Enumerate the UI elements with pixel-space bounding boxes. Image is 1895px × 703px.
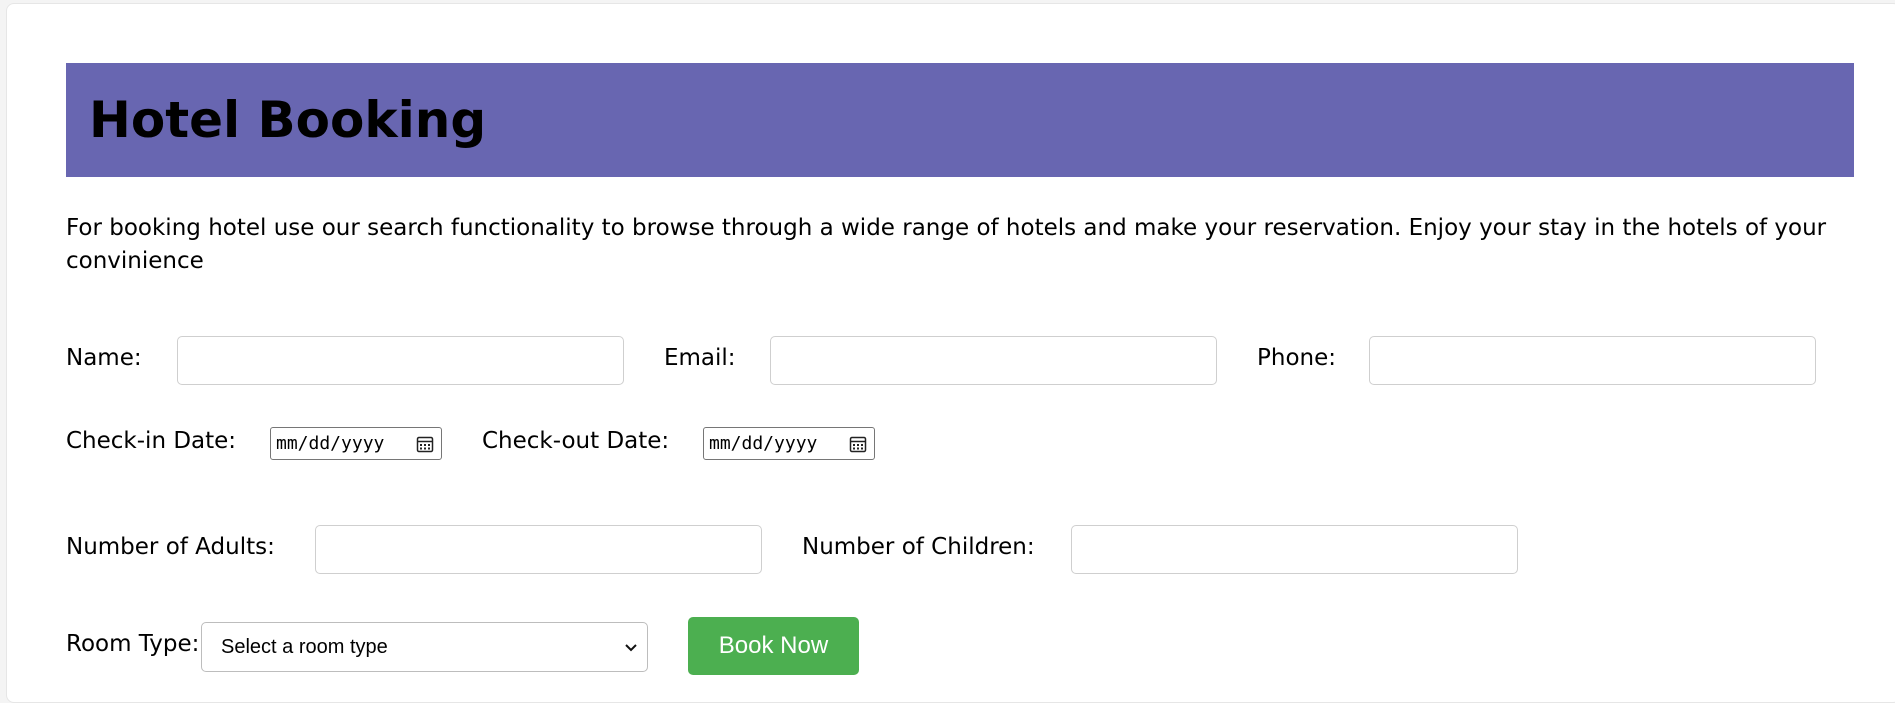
page-header: Hotel Booking (66, 63, 1854, 177)
checkin-date-input[interactable]: mm/dd/yyyy (270, 427, 442, 460)
intro-text: For booking hotel use our search functio… (66, 215, 1827, 274)
checkout-date-input[interactable]: mm/dd/yyyy (703, 427, 875, 460)
phone-label: Phone: (1257, 345, 1336, 371)
checkin-label: Check-in Date: (66, 428, 237, 454)
phone-input[interactable] (1369, 336, 1816, 385)
name-input[interactable] (177, 336, 624, 385)
children-label: Number of Children: (802, 534, 1035, 560)
book-now-button[interactable]: Book Now (688, 617, 859, 675)
email-label: Email: (664, 345, 736, 371)
calendar-icon[interactable] (415, 434, 435, 454)
children-input[interactable] (1071, 525, 1518, 574)
page-title: Hotel Booking (89, 91, 487, 149)
chevron-down-icon (625, 644, 637, 652)
email-input[interactable] (770, 336, 1217, 385)
name-label: Name: (66, 345, 142, 371)
checkout-date-placeholder: mm/dd/yyyy (709, 433, 818, 454)
room-type-label: Room Type: (66, 631, 200, 657)
adults-input[interactable] (315, 525, 762, 574)
calendar-icon[interactable] (848, 434, 868, 454)
adults-label: Number of Adults: (66, 534, 275, 560)
room-type-selected-value: Select a room type (221, 636, 388, 658)
room-type-select[interactable]: Select a room type (201, 622, 648, 672)
checkin-date-placeholder: mm/dd/yyyy (276, 433, 385, 454)
checkout-label: Check-out Date: (482, 428, 670, 454)
